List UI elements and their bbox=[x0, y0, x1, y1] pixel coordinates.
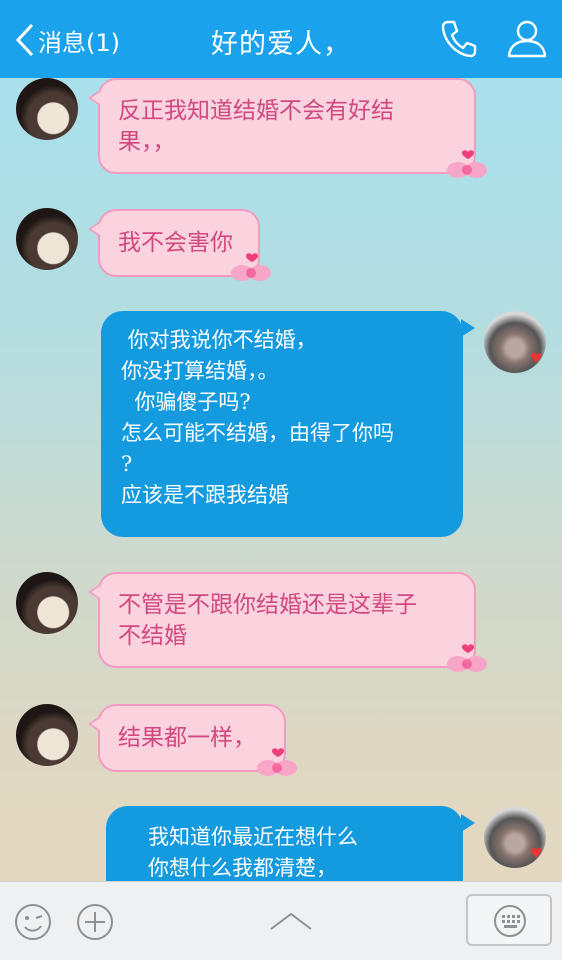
message-text: ? bbox=[121, 452, 133, 476]
message-text: 果，， bbox=[118, 129, 176, 155]
phone-icon[interactable] bbox=[440, 18, 478, 62]
bow-sticker-icon bbox=[447, 644, 487, 672]
user-avatar[interactable]: ♥ bbox=[484, 806, 546, 868]
chevron-up-icon[interactable] bbox=[268, 910, 314, 936]
chevron-left-icon bbox=[15, 23, 34, 57]
contact-avatar[interactable] bbox=[16, 78, 78, 140]
emoji-face-icon[interactable] bbox=[13, 902, 53, 946]
chat-screen: 消息(1) 好的爱人， 反正我知道结婚不会有好结 果，， 我不会害你 ♥ 你对我… bbox=[0, 0, 562, 960]
back-button[interactable]: 消息(1) bbox=[14, 20, 120, 60]
message-bubble-received[interactable]: 不管是不跟你结婚还是这辈子 不结婚 bbox=[88, 572, 476, 668]
message-text: 你骗傻子吗? bbox=[121, 390, 251, 414]
message-text: 你想什么我都清楚， bbox=[148, 856, 337, 880]
chat-header: 消息(1) 好的爱人， bbox=[0, 0, 562, 78]
heart-icon: ♥ bbox=[530, 351, 543, 367]
message-text: 不管是不跟你结婚还是这辈子 bbox=[118, 592, 417, 618]
back-label: 消息(1) bbox=[38, 28, 120, 57]
bow-sticker-icon bbox=[231, 253, 271, 281]
message-text: 结果都一样， bbox=[118, 725, 256, 751]
message-text: 你没打算结婚，。 bbox=[121, 359, 279, 383]
keyboard-button[interactable] bbox=[466, 894, 552, 946]
person-icon[interactable] bbox=[506, 18, 548, 62]
contact-avatar[interactable] bbox=[16, 572, 78, 634]
message-text: 你对我说你不结婚， bbox=[121, 328, 317, 352]
plus-circle-icon[interactable] bbox=[75, 902, 115, 946]
message-text: 反正我知道结婚不会有好结 bbox=[118, 98, 394, 124]
message-text: 不结婚 bbox=[118, 623, 187, 649]
contact-avatar[interactable] bbox=[16, 704, 78, 766]
message-text: 我不会害你 bbox=[118, 230, 233, 256]
bow-sticker-icon bbox=[447, 150, 487, 178]
message-bubble-received[interactable]: 反正我知道结婚不会有好结 果，， bbox=[88, 78, 476, 174]
message-bubble-sent[interactable]: 你对我说你不结婚， 你没打算结婚，。 你骗傻子吗? 怎么可能不结婚，由得了你吗 … bbox=[101, 311, 475, 537]
heart-icon: ♥ bbox=[530, 846, 543, 862]
message-text: 我知道你最近在想什么 bbox=[148, 825, 358, 849]
bow-sticker-icon bbox=[257, 748, 297, 776]
message-text: 应该是不跟我结婚 bbox=[121, 483, 289, 507]
input-toolbar bbox=[0, 881, 562, 960]
keyboard-icon bbox=[494, 905, 526, 937]
contact-avatar[interactable] bbox=[16, 208, 78, 270]
message-text: 怎么可能不结婚，由得了你吗 bbox=[121, 421, 394, 445]
user-avatar[interactable]: ♥ bbox=[484, 311, 546, 373]
